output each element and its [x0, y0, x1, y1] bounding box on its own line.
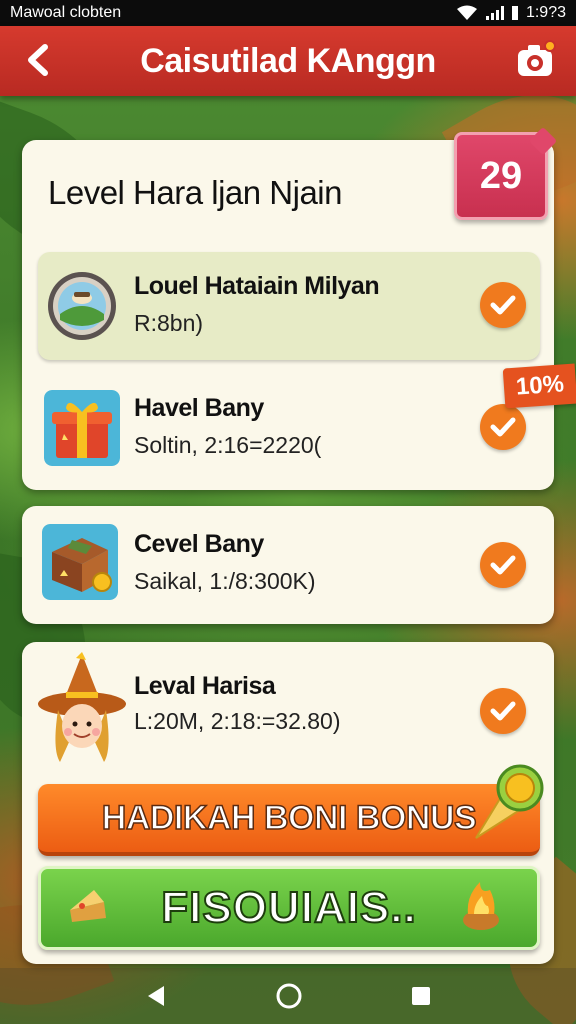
reward-subtitle: R:8bn) — [134, 310, 204, 336]
check-badge — [480, 282, 526, 328]
reward-title: Havel Bany — [134, 394, 264, 422]
bonus-button-label: HADIKAH BONI BONUS — [101, 798, 477, 838]
checkmark-icon — [490, 417, 516, 437]
reward-card-3[interactable]: Cevel Bany Saikal, 1:/8:300K) — [22, 506, 554, 624]
camera-icon — [518, 40, 556, 76]
treasure-box-icon — [42, 524, 118, 600]
bonus-button[interactable]: HADIKAH BONI BONUS — [38, 784, 540, 856]
cake-slice-icon — [70, 890, 106, 922]
reward-title: Louel Hataiain Milyan — [134, 272, 380, 300]
status-bar: Mawoal clobten 1:9?3 — [0, 0, 576, 26]
back-button[interactable] — [18, 40, 58, 80]
check-badge — [480, 688, 526, 734]
card-title: Level Hara ljan Njain — [48, 174, 343, 211]
reward-subtitle: Saikal, 1:/8:300K) — [134, 568, 316, 594]
date-number: 29 — [479, 154, 523, 197]
reward-row-2[interactable]: Havel Bany Soltin, 2:16=2220( — [38, 374, 540, 482]
clock-label: 1:9?3 — [525, 4, 566, 21]
reward-row-1[interactable]: Louel Hataiain Milyan R:8bn) — [38, 252, 540, 360]
discount-tag: 10% — [502, 363, 576, 409]
checkmark-icon — [490, 295, 516, 315]
reward-title: Leval Harisa — [134, 672, 276, 700]
recents-square-icon[interactable] — [410, 985, 432, 1007]
reward-subtitle: L:20M, 2:18:=32.80) — [134, 708, 341, 734]
battery-icon — [511, 6, 518, 20]
calendar-date-badge: 29 — [454, 132, 548, 220]
fire-pot-icon — [463, 882, 499, 930]
discount-label: 10% — [515, 370, 565, 401]
checkmark-icon — [490, 701, 516, 721]
page-title: Caisutilad KAnggn — [140, 41, 436, 80]
check-badge — [480, 404, 526, 450]
camera-button[interactable] — [516, 40, 556, 80]
home-circle-icon[interactable] — [275, 982, 303, 1010]
checkmark-icon — [490, 555, 516, 575]
reward-title: Cevel Bany — [134, 530, 264, 558]
wifi-icon — [456, 5, 477, 20]
coin-cone-icon — [475, 764, 544, 839]
check-badge — [480, 542, 526, 588]
medal-coin-icon — [48, 272, 116, 340]
gift-box-icon — [44, 390, 120, 466]
claim-button-label: FISOUIAIS.. — [160, 882, 417, 933]
signal-icon — [485, 6, 504, 20]
witch-avatar-icon — [38, 652, 126, 762]
carrier-label: Mawoal clobten — [10, 4, 122, 21]
reward-subtitle: Soltin, 2:16=2220( — [134, 432, 322, 458]
chevron-left-icon — [28, 44, 48, 76]
system-nav-bar — [0, 968, 576, 1024]
back-triangle-icon[interactable] — [144, 984, 168, 1008]
app-bar: Caisutilad KAnggn — [0, 26, 576, 96]
